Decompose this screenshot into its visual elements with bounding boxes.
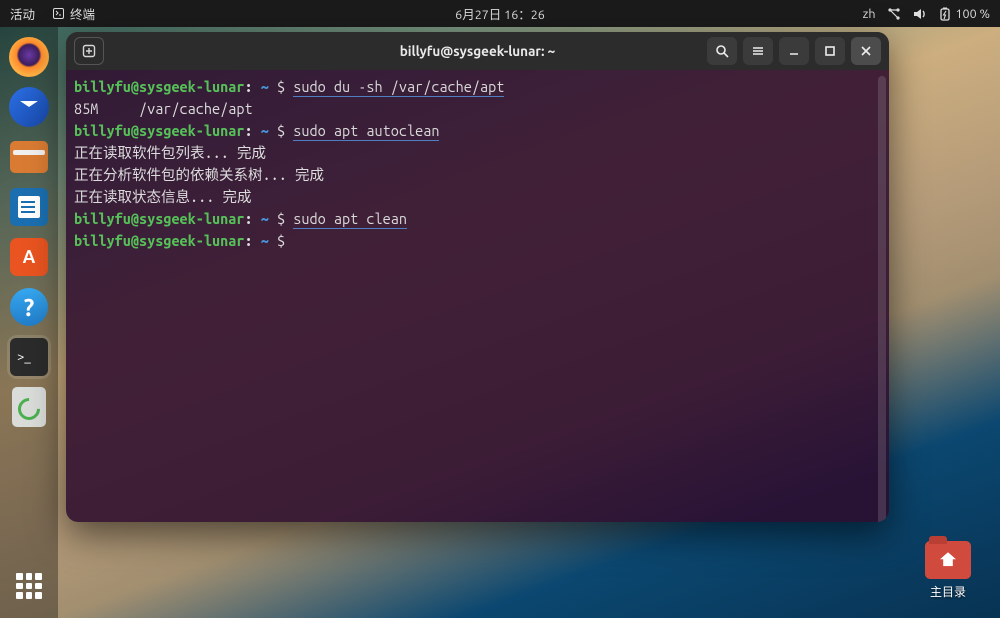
prompt-path: ~ [261, 78, 269, 95]
firefox-icon [9, 37, 49, 77]
files-icon [10, 141, 48, 173]
terminal-line: 正在读取软件包列表... 完成 [74, 142, 881, 164]
terminal-icon: >_ [10, 338, 48, 376]
focused-app-indicator[interactable]: 终端 [53, 4, 95, 23]
terminal-line: billyfu@sysgeek-lunar: ~ $ sudo apt auto… [74, 120, 881, 142]
terminal-line: 正在读取状态信息... 完成 [74, 186, 881, 208]
software-icon [10, 238, 48, 276]
dock-item-files[interactable] [7, 135, 51, 179]
terminal-line: 正在分析软件包的依赖关系树... 完成 [74, 164, 881, 186]
clock[interactable]: 6月27日 16：26 [455, 4, 545, 23]
terminal-line: billyfu@sysgeek-lunar: ~ $ sudo du -sh /… [74, 76, 881, 98]
prompt-command: sudo apt autoclean [293, 122, 439, 141]
dock-item-trash[interactable] [7, 385, 51, 429]
prompt-user-host: billyfu@sysgeek-lunar [74, 210, 245, 227]
terminal-titlebar[interactable]: billyfu@sysgeek-lunar: ~ [66, 32, 889, 70]
prompt-command: sudo apt clean [293, 210, 407, 229]
input-language[interactable]: zh [863, 7, 876, 21]
dock-item-software[interactable] [7, 235, 51, 279]
writer-icon [10, 188, 48, 226]
prompt-path: ~ [261, 122, 269, 139]
search-button[interactable] [707, 37, 737, 65]
minimize-button[interactable] [779, 37, 809, 65]
new-tab-button[interactable] [74, 37, 104, 65]
terminal-menu-icon [53, 8, 64, 19]
apps-grid-icon [16, 573, 42, 599]
terminal-line: 85M /var/cache/apt [74, 98, 881, 120]
dock-item-firefox[interactable] [7, 35, 51, 79]
battery-percent: 100 % [955, 7, 990, 21]
close-button[interactable] [851, 37, 881, 65]
show-applications-button[interactable] [7, 564, 51, 608]
thunderbird-icon [9, 87, 49, 127]
prompt-user-host: billyfu@sysgeek-lunar [74, 232, 245, 249]
scrollbar-thumb[interactable] [878, 76, 886, 522]
volume-icon[interactable] [913, 7, 927, 21]
top-bar: 活动 终端 6月27日 16：26 zh 100 % [0, 0, 1000, 27]
focused-app-label: 终端 [70, 4, 95, 23]
dock-item-terminal[interactable]: >_ [7, 335, 51, 379]
prompt-path: ~ [261, 232, 269, 249]
terminal-line: billyfu@sysgeek-lunar: ~ $ [74, 230, 881, 252]
dock: ? >_ [0, 27, 58, 618]
prompt-user-host: billyfu@sysgeek-lunar [74, 78, 245, 95]
help-icon: ? [10, 288, 48, 326]
prompt-command: sudo du -sh /var/cache/apt [293, 78, 504, 97]
terminal-line: billyfu@sysgeek-lunar: ~ $ sudo apt clea… [74, 208, 881, 230]
dock-item-writer[interactable] [7, 185, 51, 229]
terminal-scrollbar[interactable] [878, 76, 886, 522]
maximize-button[interactable] [815, 37, 845, 65]
home-folder-icon [925, 541, 971, 579]
menu-button[interactable] [743, 37, 773, 65]
terminal-title: billyfu@sysgeek-lunar: ~ [400, 43, 556, 59]
prompt-path: ~ [261, 210, 269, 227]
network-icon[interactable] [887, 7, 901, 21]
home-folder-label: 主目录 [918, 583, 978, 600]
trash-icon [12, 387, 46, 427]
desktop-home-folder[interactable]: 主目录 [918, 541, 978, 600]
terminal-window: billyfu@sysgeek-lunar: ~ billyfu@sysgeek… [66, 32, 889, 522]
prompt-user-host: billyfu@sysgeek-lunar [74, 122, 245, 139]
dock-item-thunderbird[interactable] [7, 85, 51, 129]
dock-item-help[interactable]: ? [7, 285, 51, 329]
activities-button[interactable]: 活动 [10, 4, 35, 23]
terminal-body[interactable]: billyfu@sysgeek-lunar: ~ $ sudo du -sh /… [66, 70, 889, 522]
battery-indicator[interactable]: 100 % [939, 7, 990, 21]
